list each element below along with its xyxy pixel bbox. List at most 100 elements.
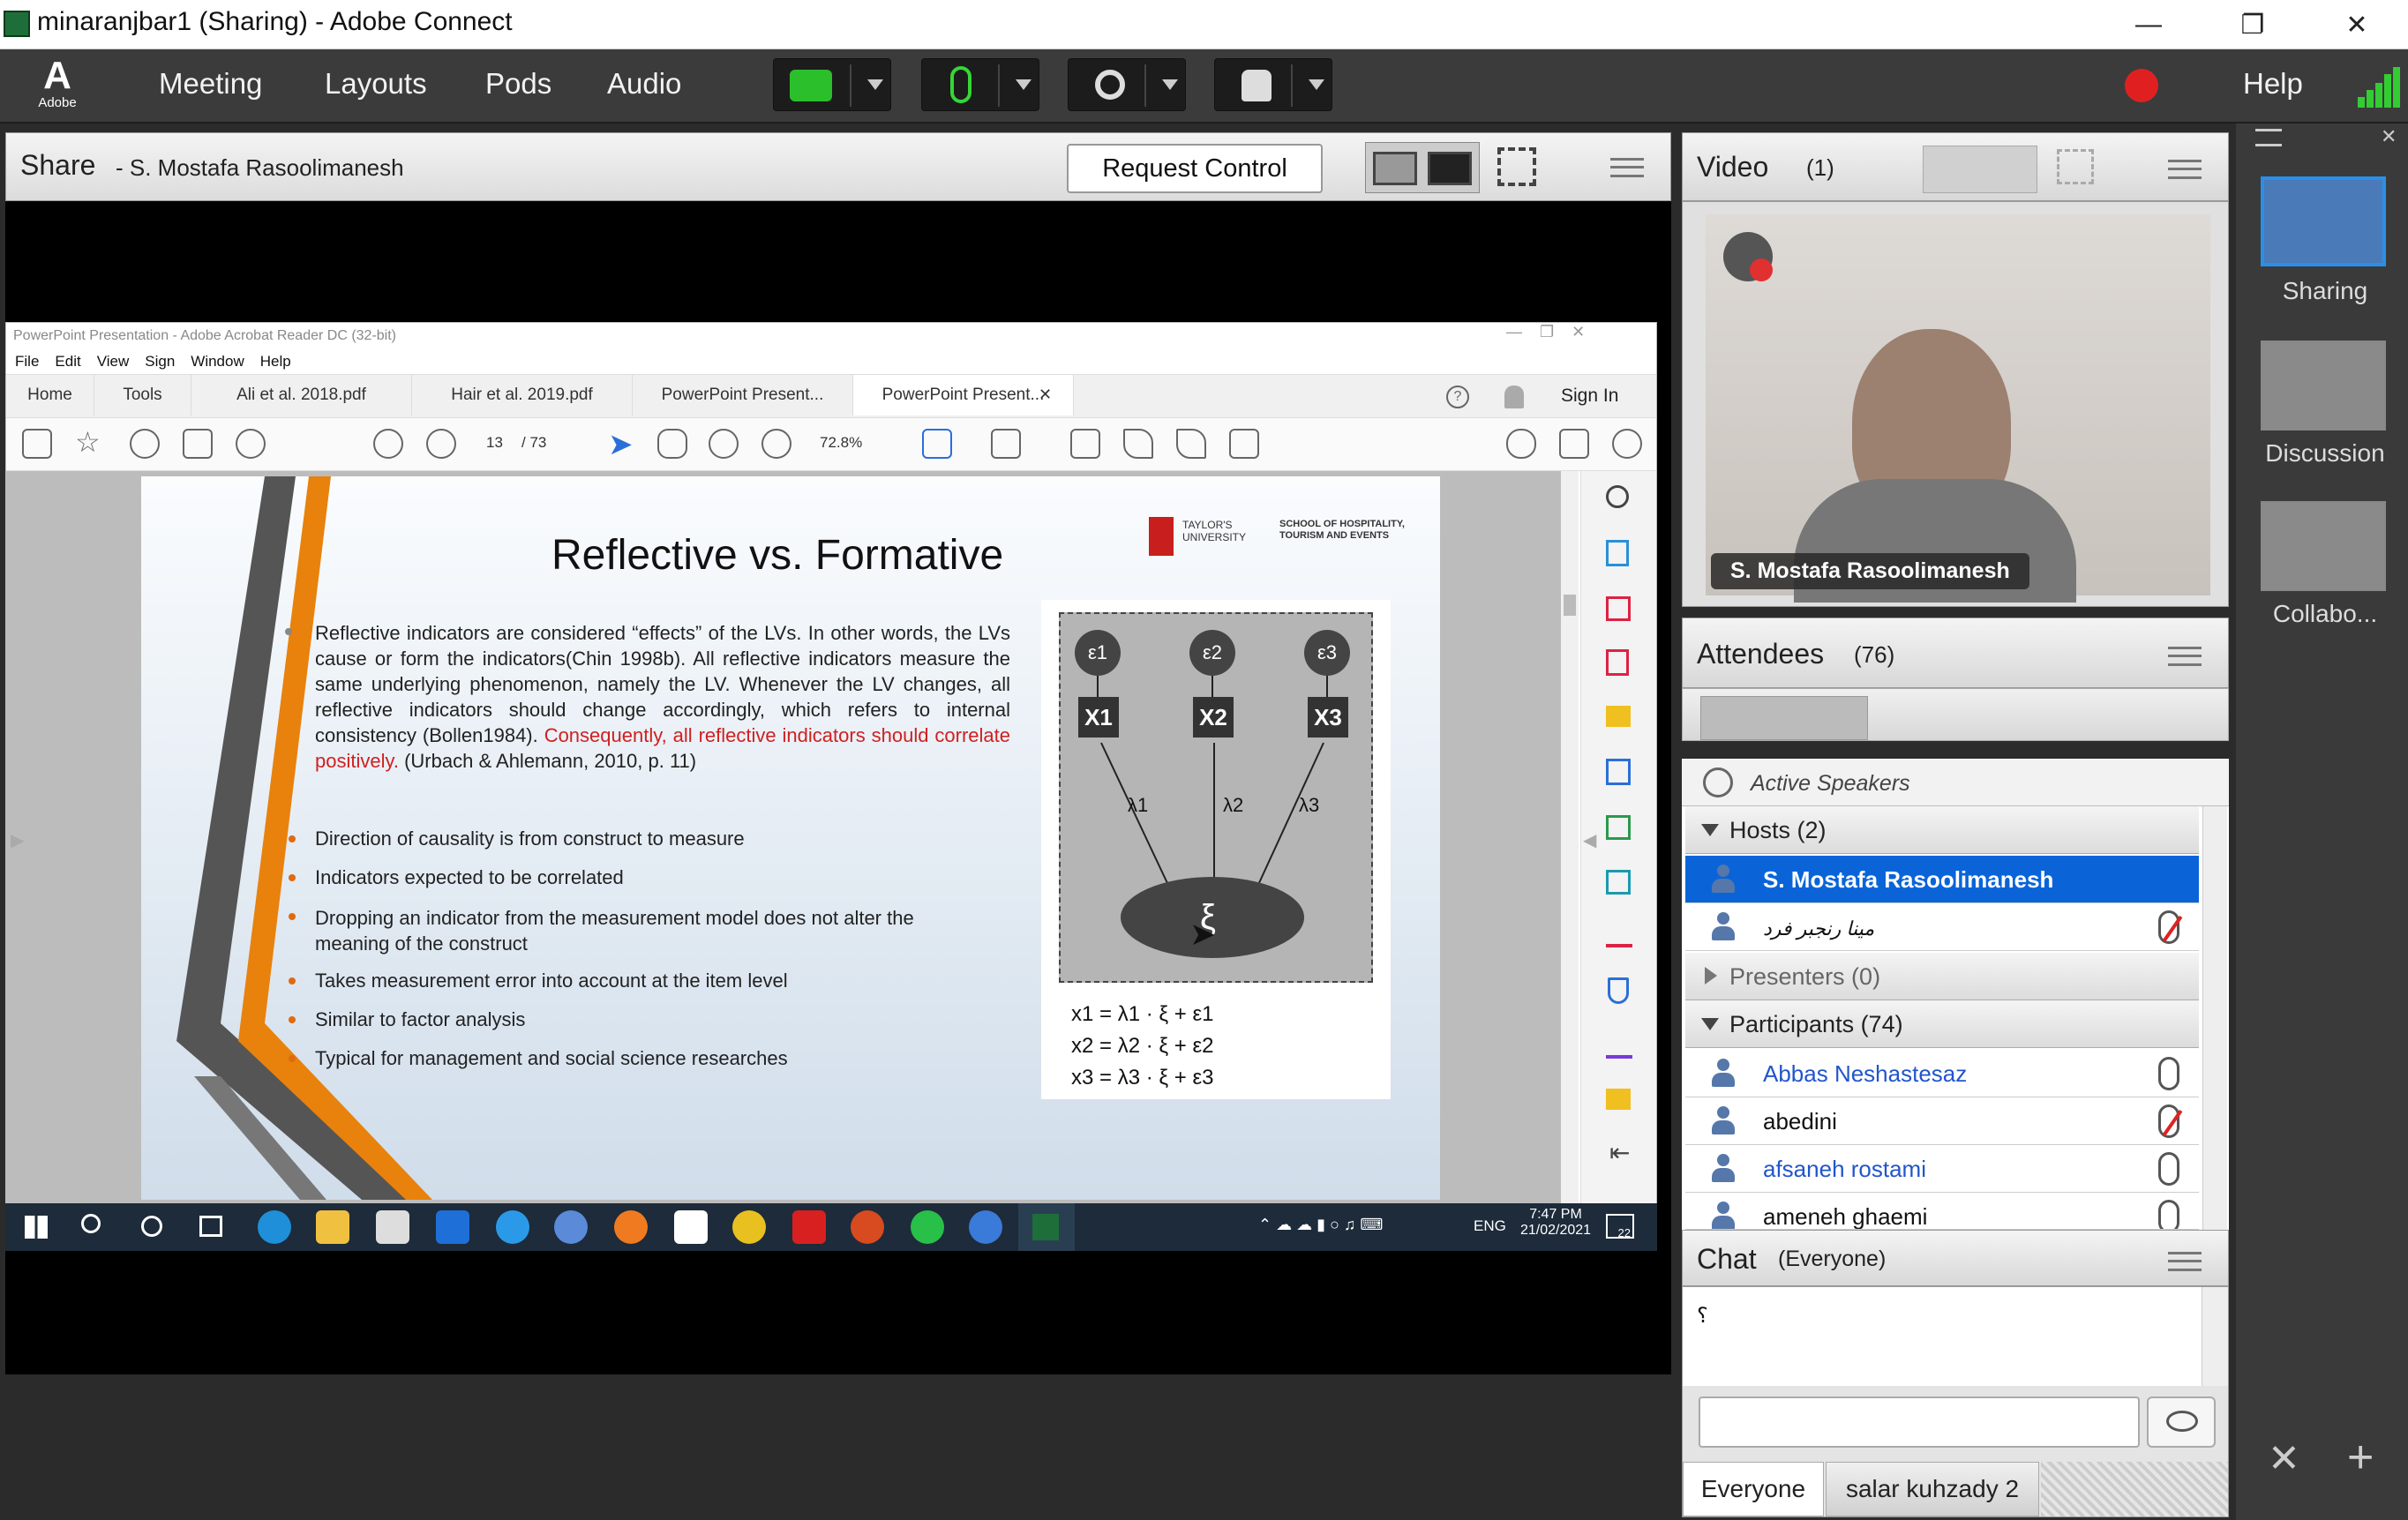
attendee-list-scrollbar[interactable] (2202, 806, 2227, 1230)
chat-pod-menu-icon[interactable] (2168, 1252, 2202, 1271)
tab-hair-2019[interactable]: Hair et al. 2019.pdf (412, 375, 633, 416)
collapse-left-icon[interactable]: ▶ (11, 829, 24, 851)
layouts-close-icon[interactable]: ✕ (2381, 125, 2397, 148)
draw-icon[interactable] (1176, 429, 1206, 459)
fill-and-sign-icon[interactable] (1606, 925, 1632, 947)
whatsapp-icon[interactable] (911, 1210, 944, 1244)
acrobat-menu-sign[interactable]: Sign (145, 353, 175, 371)
fill-sign-icon[interactable] (1229, 429, 1259, 459)
view-mode-toggle[interactable] (1365, 142, 1480, 193)
zoom-in-icon[interactable] (761, 429, 791, 459)
store-icon[interactable] (376, 1210, 409, 1244)
layout-tools-icon[interactable]: ✕ (2268, 1436, 2300, 1481)
record-icon[interactable] (2125, 69, 2158, 102)
expand-panel-icon[interactable]: ⇤ (1609, 1138, 1630, 1167)
edge-icon[interactable] (258, 1210, 291, 1244)
collapse-right-icon[interactable]: ◀ (1583, 829, 1596, 851)
menu-meeting[interactable]: Meeting (159, 67, 262, 101)
compress-icon[interactable] (1606, 815, 1631, 840)
acrobat-menu-edit[interactable]: Edit (55, 353, 80, 371)
close-icon[interactable]: ✕ (2326, 5, 2388, 44)
speaker-button[interactable] (773, 58, 891, 111)
window-app-icon[interactable] (674, 1210, 708, 1244)
start-icon[interactable] (25, 1216, 48, 1239)
microphone-button[interactable] (921, 58, 1039, 111)
tab-close-icon[interactable]: ✕ (1039, 386, 1052, 404)
network-app-icon[interactable] (554, 1210, 588, 1244)
adobe-connect-taskbar-icon[interactable] (1018, 1203, 1075, 1251)
attendee-row-host-2[interactable]: مینا رنجبر فرد (1685, 903, 2199, 951)
highlight-pen-icon[interactable] (1123, 429, 1153, 459)
system-tray-icons[interactable]: ⌃ ☁ ☁ ▮ ○ ♫ ⌨ (1258, 1216, 1417, 1237)
attendee-row-participant[interactable]: Abbas Neshastesaz (1685, 1050, 2199, 1097)
internet-explorer-icon[interactable] (496, 1210, 529, 1244)
comment-tool-icon[interactable] (1606, 706, 1631, 727)
menu-audio[interactable]: Audio (607, 67, 681, 101)
email-icon[interactable] (1559, 429, 1589, 459)
protect-icon[interactable] (1608, 977, 1629, 1004)
attendee-row-participant[interactable]: abedini (1685, 1097, 2199, 1145)
tab-tools[interactable]: Tools (94, 375, 191, 416)
link-icon[interactable] (1506, 429, 1536, 459)
layout-collaboration-label[interactable]: Collabo... (2241, 600, 2408, 628)
video-layout-toggle[interactable] (1923, 146, 2037, 193)
page-number-input[interactable]: 13 (486, 434, 503, 452)
add-user-icon[interactable] (1612, 429, 1642, 459)
acrobat-menu-window[interactable]: Window (191, 353, 244, 371)
document-scrollbar[interactable] (1561, 471, 1579, 1203)
fullscreen-icon[interactable] (1497, 147, 1536, 186)
zoom-search-icon[interactable] (236, 429, 266, 459)
webcam-button[interactable] (1068, 58, 1186, 111)
print-icon[interactable] (183, 429, 213, 459)
tab-powerpoint-1[interactable]: PowerPoint Present... (633, 375, 853, 416)
settings-app-icon[interactable] (969, 1210, 1002, 1244)
layout-discussion-label[interactable]: Discussion (2241, 439, 2408, 468)
acrobat-icon[interactable] (792, 1210, 826, 1244)
menu-pods[interactable]: Pods (485, 67, 551, 101)
chat-tab-everyone[interactable]: Everyone (1683, 1462, 1824, 1516)
attendee-row-participant[interactable]: afsaneh rostami (1685, 1145, 2199, 1193)
chat-input[interactable] (1699, 1396, 2140, 1448)
presenters-group-header[interactable]: Presenters (0) (1685, 953, 2199, 1000)
hosts-group-header[interactable]: Hosts (2) (1685, 806, 2199, 854)
comment-icon[interactable] (1070, 429, 1100, 459)
notification-center-icon[interactable]: 22 (1606, 1214, 1634, 1239)
clock[interactable]: 7:47 PM 21/02/2021 (1516, 1207, 1595, 1239)
layout-discussion-thumb[interactable] (2261, 341, 2386, 431)
chat-tab-private[interactable]: salar kuhzady 2 (1826, 1462, 2039, 1516)
tab-home[interactable]: Home (6, 375, 94, 416)
search-icon[interactable] (81, 1214, 101, 1233)
page-up-icon[interactable] (373, 429, 403, 459)
fit-page-icon[interactable] (922, 429, 952, 459)
attendee-row-host-1[interactable]: S. Mostafa Rasoolimanesh (1685, 856, 2199, 903)
add-layout-icon[interactable]: + (2347, 1431, 2374, 1484)
help-icon[interactable]: ? (1446, 386, 1469, 408)
zoom-level[interactable]: 72.8% (820, 434, 862, 452)
layouts-menu-icon[interactable] (2255, 129, 2282, 146)
restore-icon[interactable]: ❐ (2222, 5, 2284, 44)
acrobat-menu-help[interactable]: Help (260, 353, 291, 371)
hand-tool-icon[interactable] (657, 429, 687, 459)
firefox-icon[interactable] (614, 1210, 648, 1244)
acrobat-menu-file[interactable]: File (15, 353, 39, 371)
acrobat-menu-view[interactable]: View (97, 353, 130, 371)
organize-pages-icon[interactable] (1606, 596, 1631, 621)
language-indicator[interactable]: ENG (1474, 1217, 1506, 1235)
raise-hand-button[interactable] (1214, 58, 1332, 111)
star-icon[interactable]: ☆ (75, 425, 101, 459)
video-pod-menu-icon[interactable] (2168, 160, 2202, 179)
layout-sharing-thumb[interactable] (2261, 176, 2386, 266)
tab-ali-2018[interactable]: Ali et al. 2018.pdf (191, 375, 412, 416)
menu-layouts[interactable]: Layouts (325, 67, 427, 101)
scroll-mode-icon[interactable] (991, 429, 1021, 459)
upload-icon[interactable] (130, 429, 160, 459)
zoom-tool-icon[interactable] (1606, 485, 1629, 508)
attendee-view-buttons[interactable] (1700, 696, 1868, 740)
minimize-icon[interactable]: — (2118, 5, 2179, 44)
outlook-icon[interactable] (436, 1210, 469, 1244)
save-icon[interactable] (22, 429, 52, 459)
participants-group-header[interactable]: Participants (74) (1685, 1000, 2199, 1048)
menu-help[interactable]: Help (2243, 67, 2303, 101)
more-tools-icon[interactable] (1606, 1089, 1631, 1110)
layout-collaboration-thumb[interactable] (2261, 501, 2386, 591)
